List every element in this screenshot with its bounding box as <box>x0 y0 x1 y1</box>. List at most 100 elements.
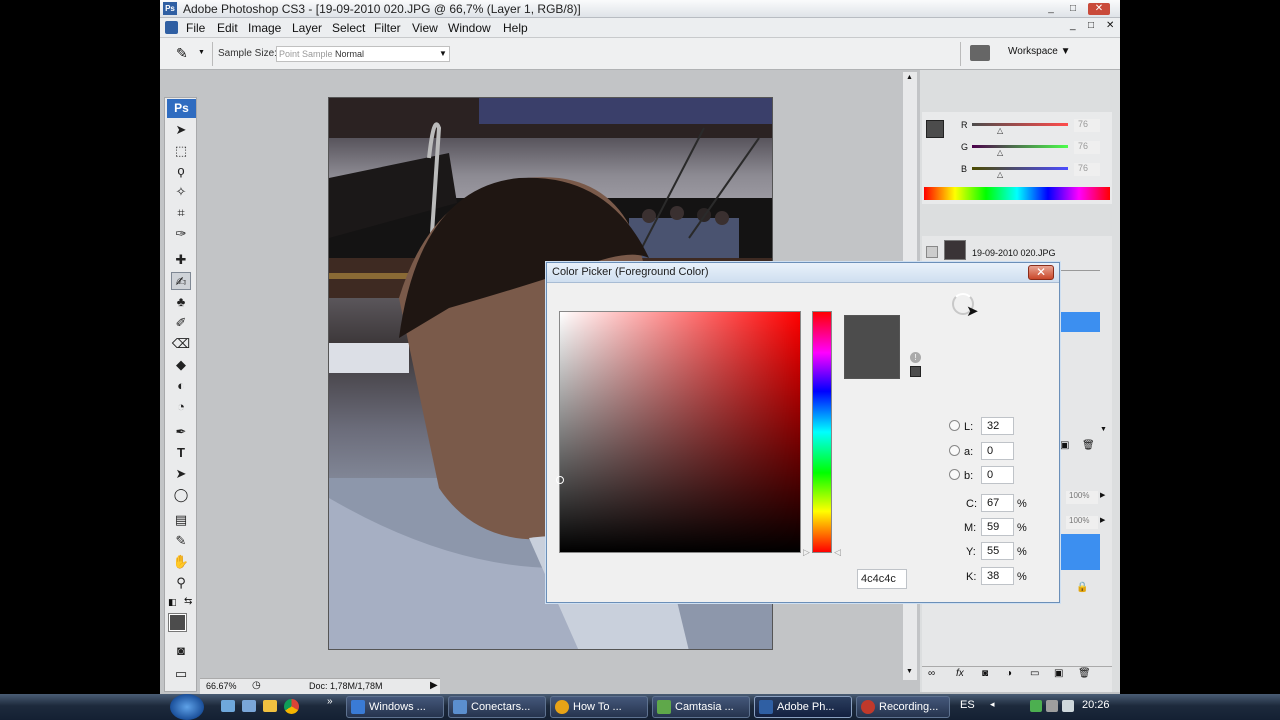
b-slider[interactable] <box>972 167 1068 170</box>
task-conectars[interactable]: Conectars... <box>448 696 546 718</box>
screen-mode-icon[interactable]: ▭ <box>171 665 191 683</box>
clone-stamp-tool-icon[interactable]: ♣ <box>171 293 191 311</box>
k-input[interactable]: 38 <box>981 567 1014 585</box>
tool-preset-chevron-icon[interactable]: ▼ <box>198 49 205 56</box>
type-tool-icon[interactable]: T <box>171 444 191 462</box>
y-input[interactable]: 55 <box>981 542 1014 560</box>
shape-tool-icon[interactable]: ◯ <box>171 486 191 504</box>
tray-expand-icon[interactable]: ◂ <box>990 699 995 710</box>
link-layers-icon[interactable]: ∞ <box>928 668 935 679</box>
notes-tool-icon[interactable]: ▤ <box>171 511 191 529</box>
selected-layer-row[interactable] <box>1060 534 1100 570</box>
new-snapshot-icon[interactable]: ▣ <box>1060 440 1069 451</box>
new-layer-icon[interactable]: ▣ <box>1054 668 1063 679</box>
dodge-tool-icon[interactable]: ◔ <box>171 398 191 416</box>
web-safe-color-icon[interactable] <box>910 366 921 377</box>
status-info-icon[interactable]: ◷ <box>252 680 261 691</box>
hand-tool-icon[interactable]: ✋ <box>171 553 191 571</box>
adjustment-layer-icon[interactable]: ◑ <box>1006 668 1012 679</box>
scroll-down-icon[interactable]: ▼ <box>906 668 913 675</box>
l-input[interactable]: 32 <box>981 417 1014 435</box>
trash-icon[interactable]: 🗑 <box>1082 440 1095 451</box>
opacity-value[interactable]: 100% <box>1066 491 1098 504</box>
task-how-to[interactable]: How To ... <box>550 696 648 718</box>
b-radio[interactable] <box>949 469 960 480</box>
quick-mask-icon[interactable]: ◙ <box>171 642 191 660</box>
menu-view[interactable]: View <box>412 21 438 35</box>
clock[interactable]: 20:26 <box>1082 699 1110 711</box>
doc-restore-button[interactable]: □ <box>1088 20 1094 31</box>
out-of-gamut-warning-icon[interactable]: ! <box>910 352 921 363</box>
color-field-marker[interactable] <box>556 476 564 484</box>
task-adobe-photoshop[interactable]: Adobe Ph... <box>754 696 852 718</box>
layer-mask-icon[interactable]: ◙ <box>982 668 988 679</box>
lasso-tool-icon[interactable]: ϙ <box>171 162 191 180</box>
history-brush-tool-icon[interactable]: ✐ <box>171 314 191 332</box>
menu-select[interactable]: Select <box>332 21 365 35</box>
scroll-down-icon[interactable]: ▼ <box>1100 426 1107 433</box>
g-value[interactable]: 76 <box>1074 141 1100 154</box>
color-ramp[interactable] <box>924 187 1110 200</box>
blur-tool-icon[interactable]: ◐ <box>171 377 191 395</box>
b-slider-thumb-icon[interactable]: △ <box>997 170 1003 179</box>
healing-brush-tool-icon[interactable]: ✚ <box>171 251 191 269</box>
tray-volume-icon[interactable] <box>1062 700 1074 712</box>
workspace-button[interactable]: Workspace ▼ <box>1008 46 1071 57</box>
path-selection-tool-icon[interactable]: ➤ <box>171 465 191 483</box>
fill-value[interactable]: 100% <box>1066 516 1098 529</box>
sample-size-select[interactable]: Point Sample Normal ▼ <box>276 46 450 62</box>
hue-slider[interactable] <box>812 311 832 553</box>
a-radio[interactable] <box>949 445 960 456</box>
pen-tool-icon[interactable]: ✒ <box>171 423 191 441</box>
opacity-arrow-icon[interactable]: ▶ <box>1100 491 1105 499</box>
menu-edit[interactable]: Edit <box>217 21 238 35</box>
r-slider[interactable] <box>972 123 1068 126</box>
paint-bucket-tool-icon[interactable]: ◆ <box>171 356 191 374</box>
show-desktop-icon[interactable] <box>221 700 235 712</box>
tray-network-icon[interactable] <box>1030 700 1042 712</box>
zoom-tool-icon[interactable]: ⚲ <box>171 574 191 592</box>
g-slider-thumb-icon[interactable]: △ <box>997 148 1003 157</box>
delete-layer-icon[interactable]: 🗑 <box>1078 668 1091 679</box>
eraser-tool-icon[interactable]: ⌫ <box>171 335 191 353</box>
lock-icon[interactable]: 🔒 <box>1076 582 1088 593</box>
r-slider-thumb-icon[interactable]: △ <box>997 126 1003 135</box>
selected-layer-row[interactable] <box>1060 312 1100 332</box>
minimize-button[interactable]: _ <box>1044 3 1058 15</box>
eyedropper-tool-icon[interactable]: ✎ <box>171 532 191 550</box>
hue-slider-left-thumb-icon[interactable]: ▷ <box>803 547 810 558</box>
layer-style-icon[interactable]: fx <box>956 668 964 679</box>
scroll-up-icon[interactable]: ▲ <box>906 74 913 81</box>
swap-colors-icon[interactable]: ⇆ <box>184 596 192 607</box>
doc-close-button[interactable]: ✕ <box>1106 20 1114 31</box>
default-colors-icon[interactable]: ◧ <box>168 597 177 608</box>
marquee-tool-icon[interactable]: ⬚ <box>171 142 191 160</box>
l-radio[interactable] <box>949 420 960 431</box>
b-input[interactable]: 0 <box>981 466 1014 484</box>
explorer-icon[interactable] <box>263 700 277 712</box>
c-input[interactable]: 67 <box>981 494 1014 512</box>
menu-window[interactable]: Window <box>448 21 491 35</box>
menu-file[interactable]: File <box>186 21 205 35</box>
tray-app-icon[interactable] <box>1046 700 1058 712</box>
close-button[interactable]: ✕ <box>1088 3 1110 15</box>
foreground-color-swatch[interactable] <box>168 613 187 632</box>
menu-help[interactable]: Help <box>503 21 528 35</box>
menu-layer[interactable]: Layer <box>292 21 322 35</box>
bridge-icon[interactable] <box>970 45 990 61</box>
new-group-icon[interactable]: ▭ <box>1030 668 1039 679</box>
history-snapshot-name[interactable]: 19-09-2010 020.JPG <box>972 248 1056 258</box>
menu-filter[interactable]: Filter <box>374 21 401 35</box>
g-slider[interactable] <box>972 145 1068 148</box>
zoom-level[interactable]: 66.67% <box>206 681 237 691</box>
chrome-icon[interactable] <box>284 699 299 714</box>
menu-image[interactable]: Image <box>248 21 281 35</box>
eyedropper-tool-icon[interactable]: ✎ <box>176 45 188 62</box>
doc-minimize-button[interactable]: _ <box>1070 20 1076 31</box>
task-recording[interactable]: Recording... <box>856 696 950 718</box>
fill-arrow-icon[interactable]: ▶ <box>1100 516 1105 524</box>
language-indicator[interactable]: ES <box>960 699 975 711</box>
panel-foreground-swatch[interactable] <box>926 120 944 138</box>
layer-visibility-icon[interactable] <box>926 246 938 258</box>
color-field[interactable] <box>556 311 801 553</box>
